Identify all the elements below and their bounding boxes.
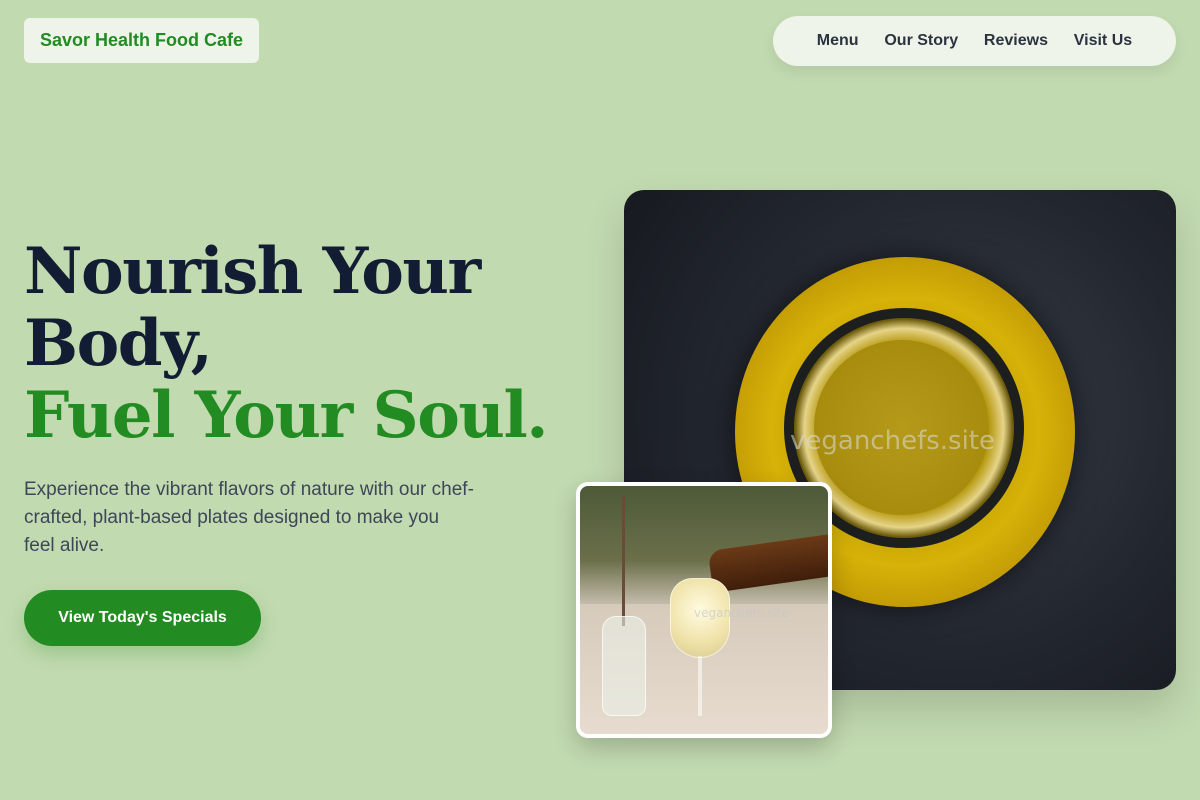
- headline-line-1: Nourish Your: [24, 234, 481, 309]
- bottle: [707, 533, 828, 593]
- headline-line-2: Body,: [24, 306, 213, 381]
- glass-stem: [698, 656, 702, 716]
- nav-item-menu[interactable]: Menu: [817, 32, 859, 50]
- hero-headline: Nourish Your Body, Fuel Your Soul.: [24, 234, 549, 453]
- nav-item-visit-us[interactable]: Visit Us: [1074, 32, 1132, 50]
- main-nav: Menu Our Story Reviews Visit Us: [773, 16, 1176, 66]
- image-watermark: veganchefs.site: [790, 426, 995, 456]
- hero-description: Experience the vibrant flavors of nature…: [24, 479, 474, 556]
- brand-logo[interactable]: Savor Health Food Cafe: [24, 18, 260, 63]
- nav-item-reviews[interactable]: Reviews: [984, 32, 1048, 50]
- headline-line-3: Fuel Your Soul.: [24, 378, 549, 453]
- flower-stem: [622, 496, 625, 626]
- inset-image-pouring-drink: veganchefs.site: [576, 482, 832, 738]
- nav-item-our-story[interactable]: Our Story: [884, 32, 958, 50]
- view-specials-button[interactable]: View Today's Specials: [24, 590, 261, 646]
- glass-vase: [602, 616, 646, 716]
- inset-watermark: veganchefs.site: [694, 606, 789, 620]
